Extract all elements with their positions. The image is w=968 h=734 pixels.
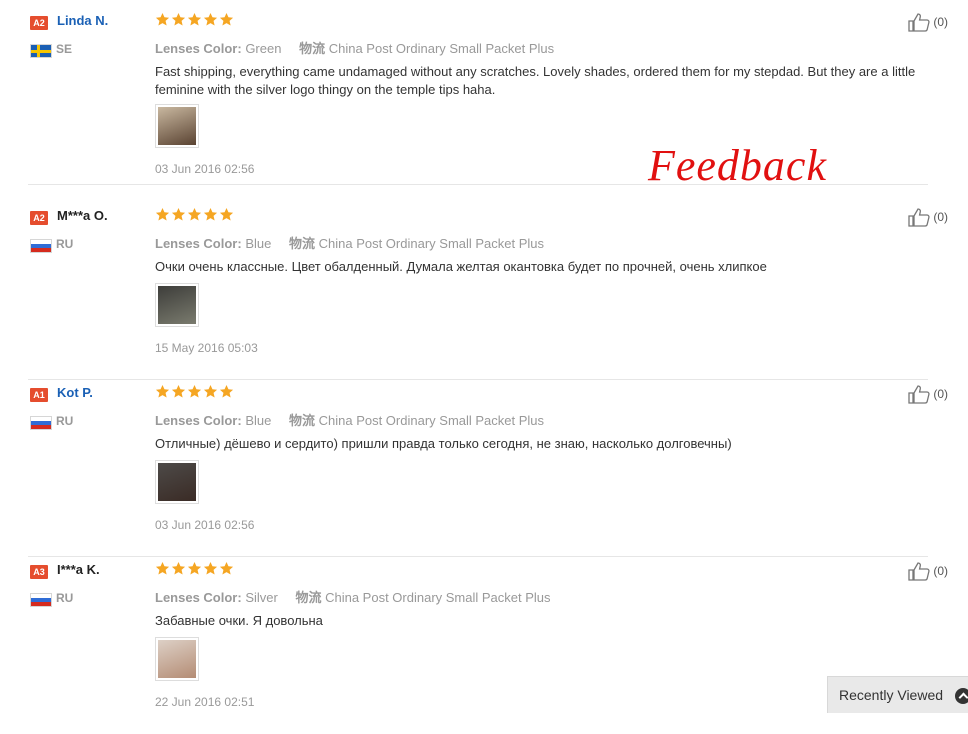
thumbs-up-icon[interactable] xyxy=(907,12,931,32)
review-item: A3 I***a K. RU Lenses Color: Silver 物流 C… xyxy=(0,557,948,734)
shipping-label: 物流 xyxy=(288,236,315,251)
country-flag-icon xyxy=(30,416,52,430)
lens-color-value: Green xyxy=(245,41,282,56)
star-icon xyxy=(171,12,186,27)
lens-color-label: Lenses Color: xyxy=(155,590,242,605)
star-icon xyxy=(219,207,234,222)
lens-color-value: Silver xyxy=(245,590,278,605)
star-icon xyxy=(187,12,202,27)
reviewer-country: SE xyxy=(56,42,73,56)
review-item: A2 M***a O. RU Lenses Color: Blue 物流 Chi… xyxy=(0,203,948,380)
buyer-level-badge: A2 xyxy=(30,211,48,225)
review-date: 03 Jun 2016 02:56 xyxy=(155,518,255,532)
star-icon xyxy=(187,384,202,399)
helpful-count: (0) xyxy=(933,15,948,29)
star-icon xyxy=(219,561,234,576)
rating-stars xyxy=(155,384,234,399)
helpful-button[interactable]: (0) xyxy=(907,12,948,32)
shipping-method: China Post Ordinary Small Packet Plus xyxy=(325,590,551,605)
review-text: Отличные) дёшево и сердито) пришли правд… xyxy=(155,436,732,451)
buyer-level-badge: A1 xyxy=(30,388,48,402)
country-flag-icon xyxy=(30,593,52,607)
order-info: Lenses Color: Blue 物流 China Post Ordinar… xyxy=(155,233,544,252)
review-photo xyxy=(158,640,196,678)
star-icon xyxy=(155,207,170,222)
lens-color-label: Lenses Color: xyxy=(155,41,242,56)
review-photo-thumbnail[interactable] xyxy=(155,460,199,504)
country-flag-icon xyxy=(30,44,52,58)
order-info: Lenses Color: Green 物流 China Post Ordina… xyxy=(155,38,554,57)
star-icon xyxy=(155,384,170,399)
helpful-count: (0) xyxy=(933,564,948,578)
reviewer-country: RU xyxy=(56,591,74,605)
reviewer-name: M***a O. xyxy=(57,208,108,223)
star-icon xyxy=(203,12,218,27)
review-photo xyxy=(158,107,196,145)
helpful-count: (0) xyxy=(933,210,948,224)
rating-stars xyxy=(155,207,234,222)
buyer-level-badge: A3 xyxy=(30,565,48,579)
recently-viewed-label: Recently Viewed xyxy=(839,687,944,703)
feedback-watermark: Feedback xyxy=(648,141,827,190)
lens-color-value: Blue xyxy=(245,236,272,251)
order-info: Lenses Color: Silver 物流 China Post Ordin… xyxy=(155,587,551,606)
helpful-button[interactable]: (0) xyxy=(907,384,948,404)
rating-stars xyxy=(155,561,234,576)
reviewer-name[interactable]: Kot P. xyxy=(57,385,93,400)
review-date: 22 Jun 2016 02:51 xyxy=(155,695,255,709)
thumbs-up-icon[interactable] xyxy=(907,561,931,581)
shipping-method: China Post Ordinary Small Packet Plus xyxy=(318,236,545,251)
thumbs-up-icon[interactable] xyxy=(907,207,931,227)
country-flag-icon xyxy=(30,239,52,253)
star-icon xyxy=(171,561,186,576)
star-icon xyxy=(203,207,218,222)
thumbs-up-icon[interactable] xyxy=(907,384,931,404)
review-text: Очки очень классные. Цвет обалденный. Ду… xyxy=(155,259,767,274)
lens-color-label: Lenses Color: xyxy=(155,236,242,251)
review-photo-thumbnail[interactable] xyxy=(155,104,199,148)
star-icon xyxy=(171,384,186,399)
shipping-label: 物流 xyxy=(299,41,326,56)
order-info: Lenses Color: Blue 物流 China Post Ordinar… xyxy=(155,410,544,429)
chevron-up-icon[interactable] xyxy=(955,688,968,704)
review-text: Забавные очки. Я довольна xyxy=(155,613,323,628)
reviewer-country: RU xyxy=(56,237,74,251)
lens-color-label: Lenses Color: xyxy=(155,413,242,428)
star-icon xyxy=(203,561,218,576)
review-photo-thumbnail[interactable] xyxy=(155,283,199,327)
review-photo xyxy=(158,286,196,324)
shipping-method: China Post Ordinary Small Packet Plus xyxy=(328,41,555,56)
helpful-button[interactable]: (0) xyxy=(907,207,948,227)
buyer-level-badge: A2 xyxy=(30,16,48,30)
helpful-button[interactable]: (0) xyxy=(907,561,948,581)
recently-viewed-bar[interactable]: Recently Viewed xyxy=(827,676,968,713)
reviewer-name[interactable]: Linda N. xyxy=(57,13,108,28)
star-icon xyxy=(155,12,170,27)
rating-stars xyxy=(155,12,234,27)
reviewer-country: RU xyxy=(56,414,74,428)
shipping-method: China Post Ordinary Small Packet Plus xyxy=(318,413,545,428)
helpful-count: (0) xyxy=(933,387,948,401)
review-photo-thumbnail[interactable] xyxy=(155,637,199,681)
review-item: A1 Kot P. RU Lenses Color: Blue 物流 China… xyxy=(0,380,948,557)
review-date: 15 May 2016 05:03 xyxy=(155,341,258,355)
review-text: Fast shipping, everything came undamaged… xyxy=(155,64,916,97)
star-icon xyxy=(219,384,234,399)
star-icon xyxy=(203,384,218,399)
shipping-label: 物流 xyxy=(295,590,322,605)
star-icon xyxy=(187,207,202,222)
lens-color-value: Blue xyxy=(245,413,272,428)
shipping-label: 物流 xyxy=(288,413,315,428)
review-date: 03 Jun 2016 02:56 xyxy=(155,162,255,176)
star-icon xyxy=(155,561,170,576)
star-icon xyxy=(187,561,202,576)
review-photo xyxy=(158,463,196,501)
reviewer-name: I***a K. xyxy=(57,562,100,577)
star-icon xyxy=(171,207,186,222)
star-icon xyxy=(219,12,234,27)
